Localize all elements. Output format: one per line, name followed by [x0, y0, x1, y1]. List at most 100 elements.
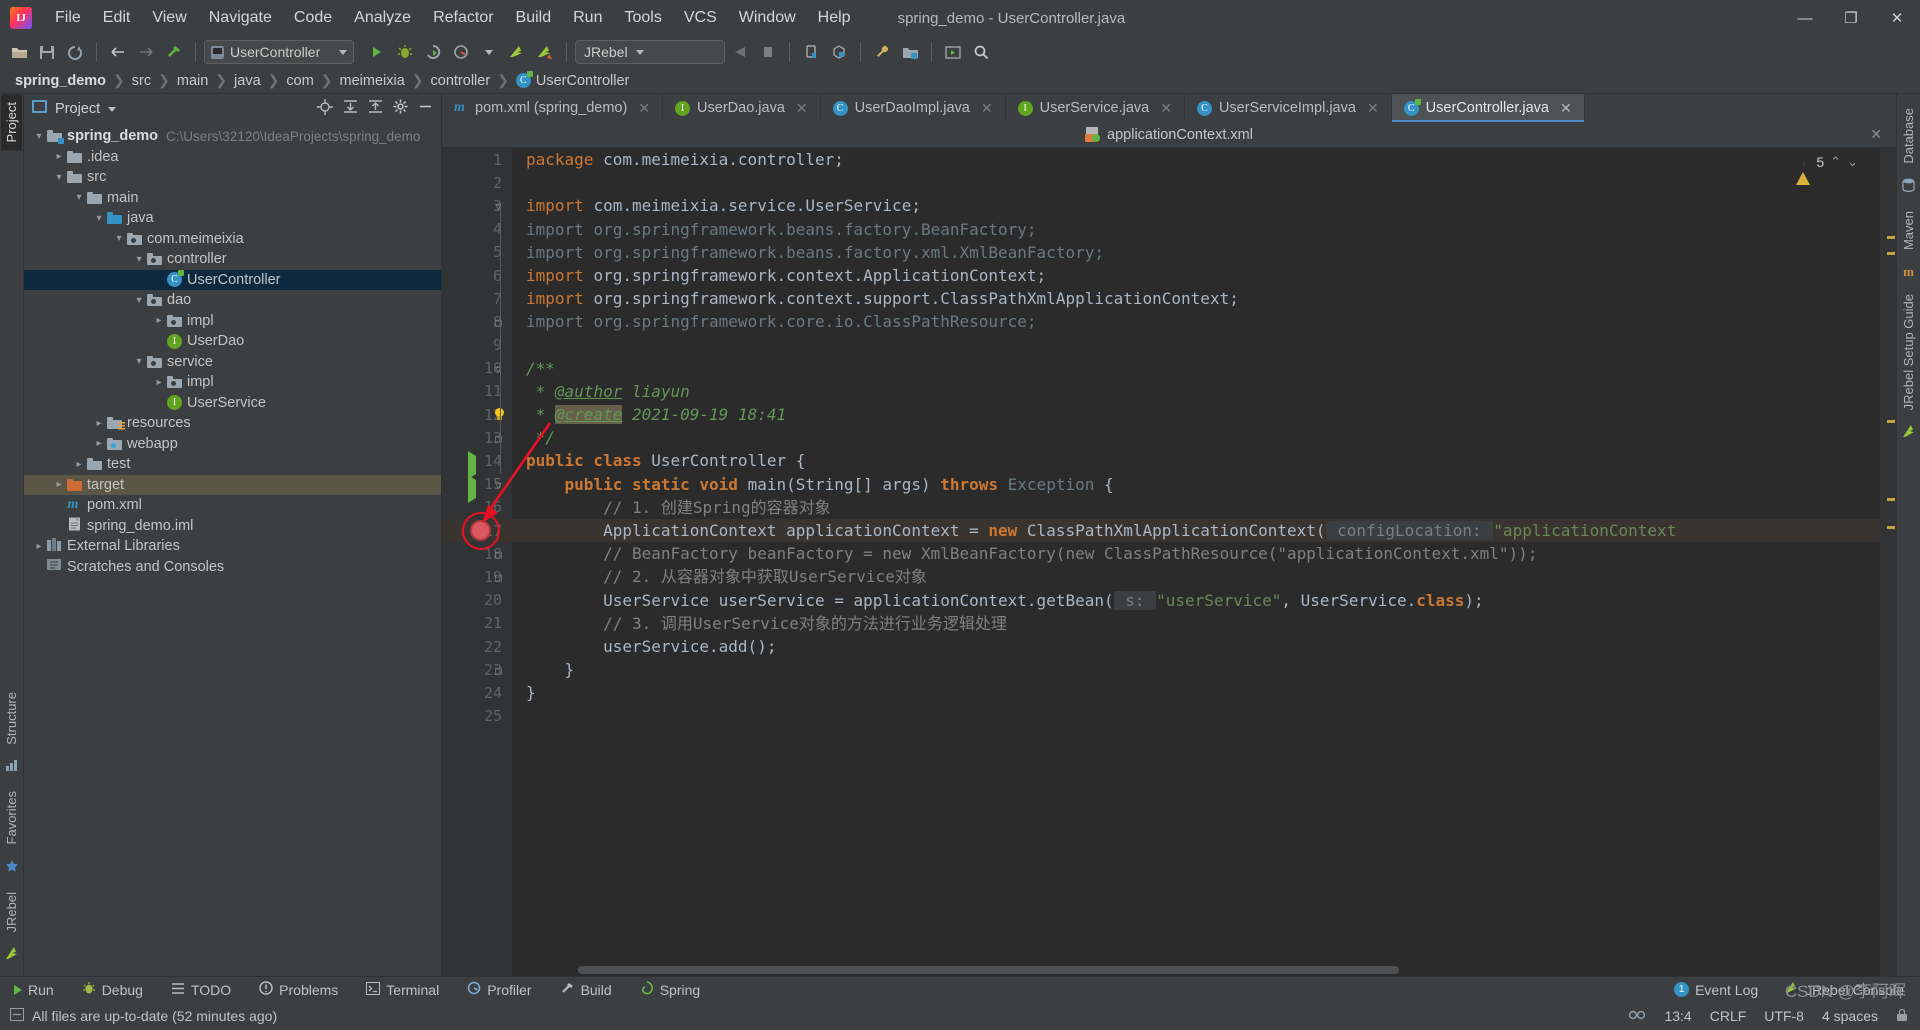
- tree-expander[interactable]: ▸: [52, 479, 66, 490]
- code-line-2[interactable]: [512, 171, 1880, 194]
- tree-expander[interactable]: ▸: [92, 418, 106, 429]
- tree-expander[interactable]: ▾: [112, 233, 126, 244]
- profile-icon[interactable]: [448, 39, 474, 65]
- chevron-right-icon[interactable]: ▸: [36, 541, 41, 552]
- caret-position[interactable]: 13:4: [1664, 1008, 1691, 1024]
- tree-expander[interactable]: ▸: [32, 541, 46, 552]
- tree-expander[interactable]: ▾: [132, 356, 146, 367]
- editor-markers-bar[interactable]: [1880, 148, 1896, 976]
- jrebel-selector[interactable]: JRebel: [575, 40, 725, 64]
- menu-view[interactable]: View: [141, 4, 197, 32]
- tree-item-spring-demo[interactable]: ▾ spring_demo C:\Users\32120\IdeaProjects\…: [24, 126, 441, 147]
- code-line-20[interactable]: UserService userService = applicationCon…: [512, 589, 1880, 612]
- gutter-line-1[interactable]: 1: [442, 148, 512, 171]
- chevron-down-icon[interactable]: ▾: [56, 172, 61, 183]
- tree-expander[interactable]: ▾: [132, 295, 146, 306]
- breadcrumb-item-com[interactable]: com: [281, 72, 318, 90]
- tree-item-service[interactable]: ▾ service: [24, 352, 441, 373]
- database-icon[interactable]: [1902, 178, 1915, 197]
- horizontal-scrollbar[interactable]: [512, 964, 1880, 976]
- bottom-tab-todo[interactable]: TODO: [167, 980, 235, 1000]
- tree-expander[interactable]: ▸: [92, 438, 106, 449]
- tree-expander[interactable]: ▸: [52, 151, 66, 162]
- code-line-15[interactable]: public static void main(String[] args) t…: [512, 473, 1880, 496]
- tool-tab-jrebel-setup[interactable]: JRebel Setup Guide: [1898, 286, 1919, 418]
- tree-item-impl[interactable]: ▸ impl: [24, 372, 441, 393]
- star-icon[interactable]: [5, 859, 19, 878]
- tree-item-external-libraries[interactable]: ▸ External Libraries: [24, 536, 441, 557]
- code-line-6[interactable]: import org.springframework.context.Appli…: [512, 264, 1880, 287]
- tree-item-dao[interactable]: ▾ dao: [24, 290, 441, 311]
- code-line-18[interactable]: // BeanFactory beanFactory = new XmlBean…: [512, 542, 1880, 565]
- menu-code[interactable]: Code: [283, 4, 343, 32]
- close-icon-3[interactable]: ✕: [981, 100, 993, 117]
- chevron-right-icon[interactable]: ▸: [56, 151, 61, 162]
- menu-window[interactable]: Window: [728, 4, 807, 32]
- chevron-right-icon[interactable]: ▸: [96, 438, 101, 449]
- indent-setting[interactable]: 4 spaces: [1822, 1008, 1878, 1024]
- gutter-line-23[interactable]: 23 □: [442, 658, 512, 681]
- menu-navigate[interactable]: Navigate: [198, 4, 283, 32]
- tool-tab-favorites[interactable]: Favorites: [1, 783, 22, 852]
- tree-item-userdao[interactable]: I UserDao: [24, 331, 441, 352]
- gutter-line-19[interactable]: 19 □: [442, 565, 512, 588]
- run-anything-icon[interactable]: [940, 39, 966, 65]
- inspection-widget[interactable]: ! 5 ⌃ ⌄: [1796, 154, 1858, 185]
- gutter-line-7[interactable]: 7: [442, 287, 512, 310]
- bottom-tab-problems[interactable]: Problems: [255, 979, 342, 1000]
- square-stop-icon[interactable]: [755, 39, 781, 65]
- tool-tab-project[interactable]: Project: [1, 94, 22, 151]
- code-line-12[interactable]: * @create 2021-09-19 18:41: [512, 403, 1880, 426]
- jrebel-setup-icon[interactable]: [1901, 424, 1917, 444]
- gutter-line-2[interactable]: 2: [442, 171, 512, 194]
- analyze-icon[interactable]: [5, 759, 18, 777]
- chevron-right-icon[interactable]: ▸: [156, 315, 161, 326]
- apk-icon[interactable]: [826, 39, 852, 65]
- build-hammer-icon[interactable]: [161, 39, 187, 65]
- code-line-11[interactable]: * @author liayun: [512, 380, 1880, 403]
- gutter-line-10[interactable]: 10 ▽: [442, 357, 512, 380]
- breadcrumb-item-project[interactable]: spring_demo: [10, 72, 111, 90]
- jrebel-icon[interactable]: [4, 946, 20, 966]
- menu-file[interactable]: File: [44, 4, 92, 32]
- bottom-tab-debug[interactable]: Debug: [78, 979, 147, 1000]
- breadcrumb-item-class[interactable]: C UserController: [511, 71, 634, 90]
- breadcrumb-item-controller[interactable]: controller: [426, 72, 496, 90]
- code-line-8[interactable]: import org.springframework.core.io.Class…: [512, 310, 1880, 333]
- code-line-3[interactable]: import com.meimeixia.service.UserService…: [512, 194, 1880, 217]
- chevron-right-icon[interactable]: ▸: [96, 418, 101, 429]
- project-structure-icon[interactable]: [897, 39, 923, 65]
- tree-item-java[interactable]: ▾ java: [24, 208, 441, 229]
- fold-end-icon[interactable]: □: [495, 664, 502, 677]
- breadcrumb-item-src[interactable]: src: [127, 72, 156, 90]
- tree-expander[interactable]: ▾: [32, 131, 46, 142]
- file-encoding[interactable]: UTF-8: [1764, 1008, 1804, 1024]
- gutter-line-9[interactable]: 9: [442, 334, 512, 357]
- tree-item-test[interactable]: ▸ test: [24, 454, 441, 475]
- gutter-line-4[interactable]: 4: [442, 218, 512, 241]
- menu-run[interactable]: Run: [562, 4, 613, 32]
- bottom-tab-spring[interactable]: Spring: [636, 979, 704, 1000]
- gutter-line-12[interactable]: 12: [442, 403, 512, 426]
- code-line-1[interactable]: package com.meimeixia.controller;: [512, 148, 1880, 171]
- close-icon-6[interactable]: ✕: [1560, 100, 1572, 117]
- tree-item-impl[interactable]: ▸ impl: [24, 311, 441, 332]
- gutter-line-18[interactable]: 18 □: [442, 542, 512, 565]
- tree-item-resources[interactable]: ▸ resources: [24, 413, 441, 434]
- tree-item-scratches-and-consoles[interactable]: Scratches and Consoles: [24, 557, 441, 578]
- collapse-all-icon[interactable]: [368, 99, 383, 119]
- menu-tools[interactable]: Tools: [613, 4, 672, 32]
- gutter-line-13[interactable]: 13 □: [442, 426, 512, 449]
- save-icon[interactable]: [34, 39, 60, 65]
- gutter-line-8[interactable]: 8 □: [442, 310, 512, 333]
- code-line-23[interactable]: }: [512, 658, 1880, 681]
- tree-item-webapp[interactable]: ▸ webapp: [24, 434, 441, 455]
- breadcrumb-item-meimeixia[interactable]: meimeixia: [335, 72, 410, 90]
- fold-mark-icon[interactable]: □: [495, 548, 502, 561]
- editor-tab-userdao[interactable]: I UserDao.java ✕: [663, 94, 821, 122]
- code-area[interactable]: package com.meimeixia.controller; import…: [512, 148, 1880, 976]
- code-line-13[interactable]: */: [512, 426, 1880, 449]
- device-manager-icon[interactable]: [798, 39, 824, 65]
- settings-wrench-icon[interactable]: [869, 39, 895, 65]
- code-line-25[interactable]: [512, 705, 1880, 728]
